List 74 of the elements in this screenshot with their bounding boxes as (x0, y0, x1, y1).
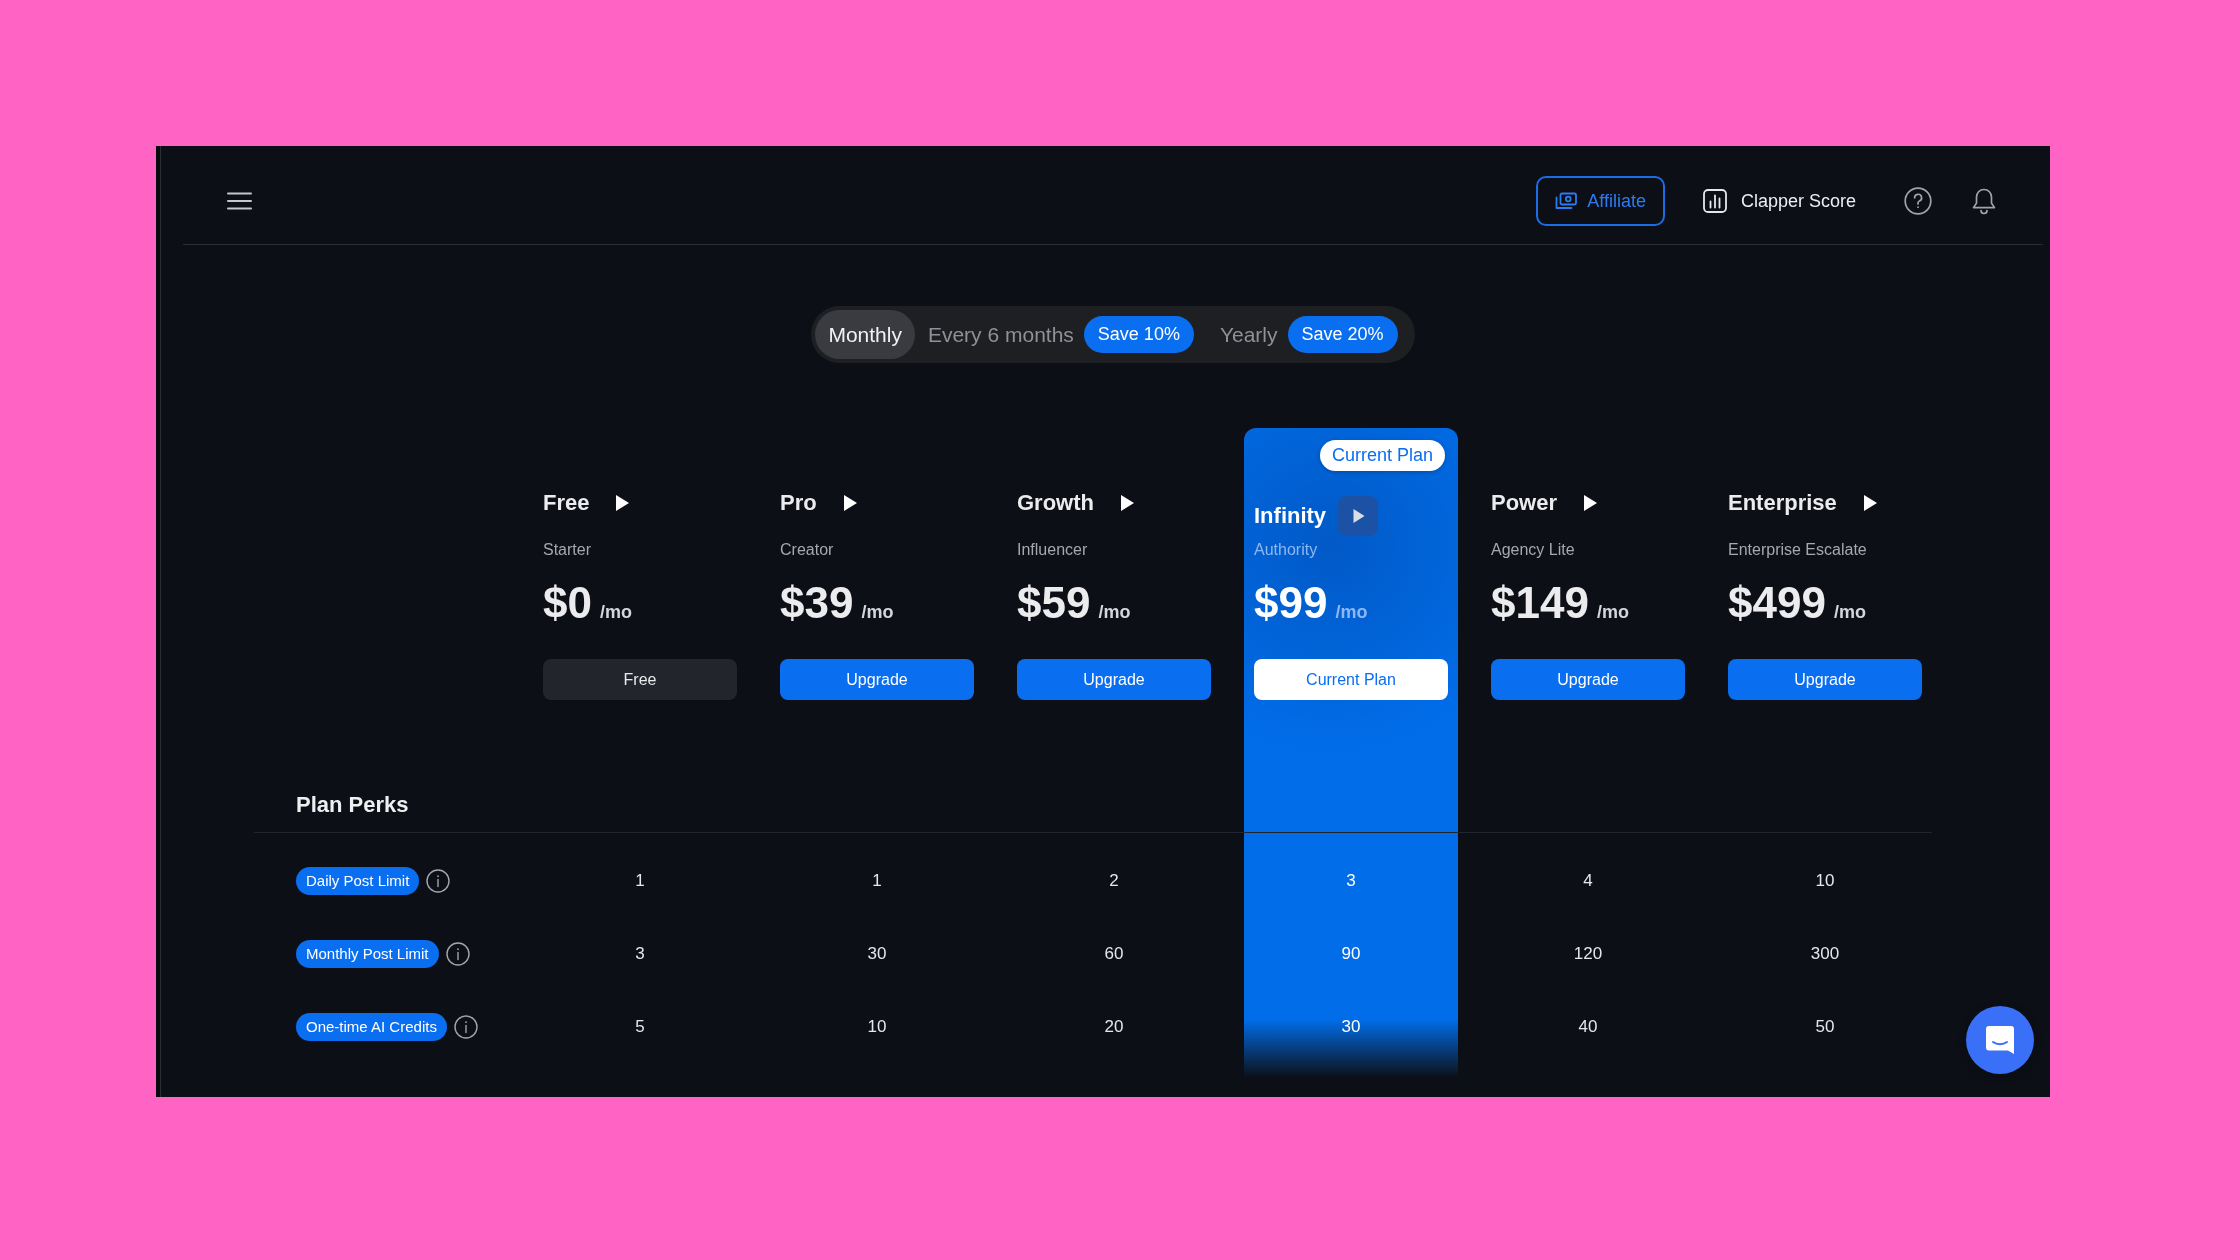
perk-value: 3 (1346, 870, 1356, 891)
perk-value: 1 (635, 870, 645, 891)
perk-value: 20 (1104, 1016, 1124, 1037)
perk-value: 10 (1815, 870, 1835, 891)
perk-value: 30 (867, 943, 887, 964)
perk-value: 300 (1810, 943, 1840, 964)
price-period: /mo (1833, 602, 1866, 623)
info-icon[interactable] (426, 868, 451, 893)
play-icon[interactable] (616, 495, 630, 511)
plan-subtitle: Creator (780, 540, 834, 560)
plan-name: Infinity (1254, 503, 1327, 529)
price-period: /mo (861, 602, 894, 623)
perk-label: One-time AI Credits (296, 1012, 447, 1041)
plan-name: Enterprise (1728, 490, 1837, 516)
plan-subtitle: Agency Lite (1491, 540, 1575, 560)
perk-value: 10 (867, 1016, 887, 1037)
perk-value: 3 (635, 943, 645, 964)
price-period: /mo (599, 602, 632, 623)
plan-price: $499 (1728, 577, 1826, 629)
menu-icon[interactable] (227, 192, 252, 210)
plan-name: Growth (1017, 490, 1094, 516)
perk-label: Daily Post Limit (296, 866, 420, 895)
current-plan-badge: Current Plan (1319, 440, 1445, 471)
plan-price: $0 (543, 577, 592, 629)
info-icon[interactable] (445, 941, 470, 966)
perk-value: 2 (1109, 870, 1119, 891)
affiliate-button[interactable]: Affiliate (1536, 176, 1665, 226)
chat-icon (1985, 1025, 2015, 1055)
discount-badge: Save 10% (1083, 316, 1194, 353)
play-icon[interactable] (843, 495, 857, 511)
plan-name: Pro (780, 490, 817, 516)
plan-name: Free (543, 490, 590, 516)
score-button[interactable]: Clapper Score (1702, 189, 1856, 213)
perk-value: 30 (1341, 1016, 1361, 1037)
help-icon[interactable] (1904, 187, 1932, 215)
billing-option[interactable]: Yearly Save 20% (1206, 310, 1411, 359)
plan-price: $149 (1491, 577, 1589, 629)
plan-name: Power (1491, 490, 1558, 516)
price-period: /mo (1335, 602, 1368, 623)
perk-value: 90 (1341, 943, 1361, 964)
plan-price: $99 (1254, 577, 1328, 629)
plan-subtitle: Authority (1254, 540, 1318, 560)
bell-icon[interactable] (1971, 187, 1997, 215)
perk-value: 4 (1583, 870, 1593, 891)
perk-value: 120 (1573, 943, 1603, 964)
banknote-icon (1555, 192, 1578, 210)
price-period: /mo (1098, 602, 1131, 623)
upgrade-button[interactable]: Upgrade (1491, 659, 1685, 700)
billing-option[interactable]: Monthly (815, 310, 915, 359)
plan-price: $59 (1017, 577, 1091, 629)
price-period: /mo (1596, 602, 1629, 623)
play-icon[interactable] (1863, 495, 1877, 511)
bar-chart-icon (1702, 189, 1727, 213)
play-icon[interactable] (1121, 495, 1134, 511)
discount-badge: Save 20% (1287, 316, 1398, 353)
free-plan-button[interactable]: Free (543, 659, 737, 700)
perk-value: 60 (1104, 943, 1124, 964)
perk-label: Monthly Post Limit (296, 939, 439, 968)
plan-subtitle: Starter (543, 540, 591, 560)
upgrade-button[interactable]: Upgrade (780, 659, 974, 700)
perk-value: 1 (872, 870, 882, 891)
perk-value: 50 (1815, 1016, 1835, 1037)
perk-value: 5 (635, 1016, 645, 1037)
play-icon[interactable] (1584, 495, 1598, 511)
billing-option[interactable]: Every 6 months Save 10% (914, 310, 1207, 359)
plan-subtitle: Enterprise Escalate (1728, 540, 1867, 560)
perk-value: 40 (1578, 1016, 1598, 1037)
upgrade-button[interactable]: Upgrade (1017, 659, 1211, 700)
current-plan-button[interactable]: Current Plan (1254, 659, 1448, 700)
info-icon[interactable] (453, 1014, 478, 1039)
upgrade-button[interactable]: Upgrade (1728, 659, 1922, 700)
plan-subtitle: Influencer (1017, 540, 1088, 560)
perks-heading: Plan Perks (296, 792, 409, 818)
plan-price: $39 (780, 577, 854, 629)
